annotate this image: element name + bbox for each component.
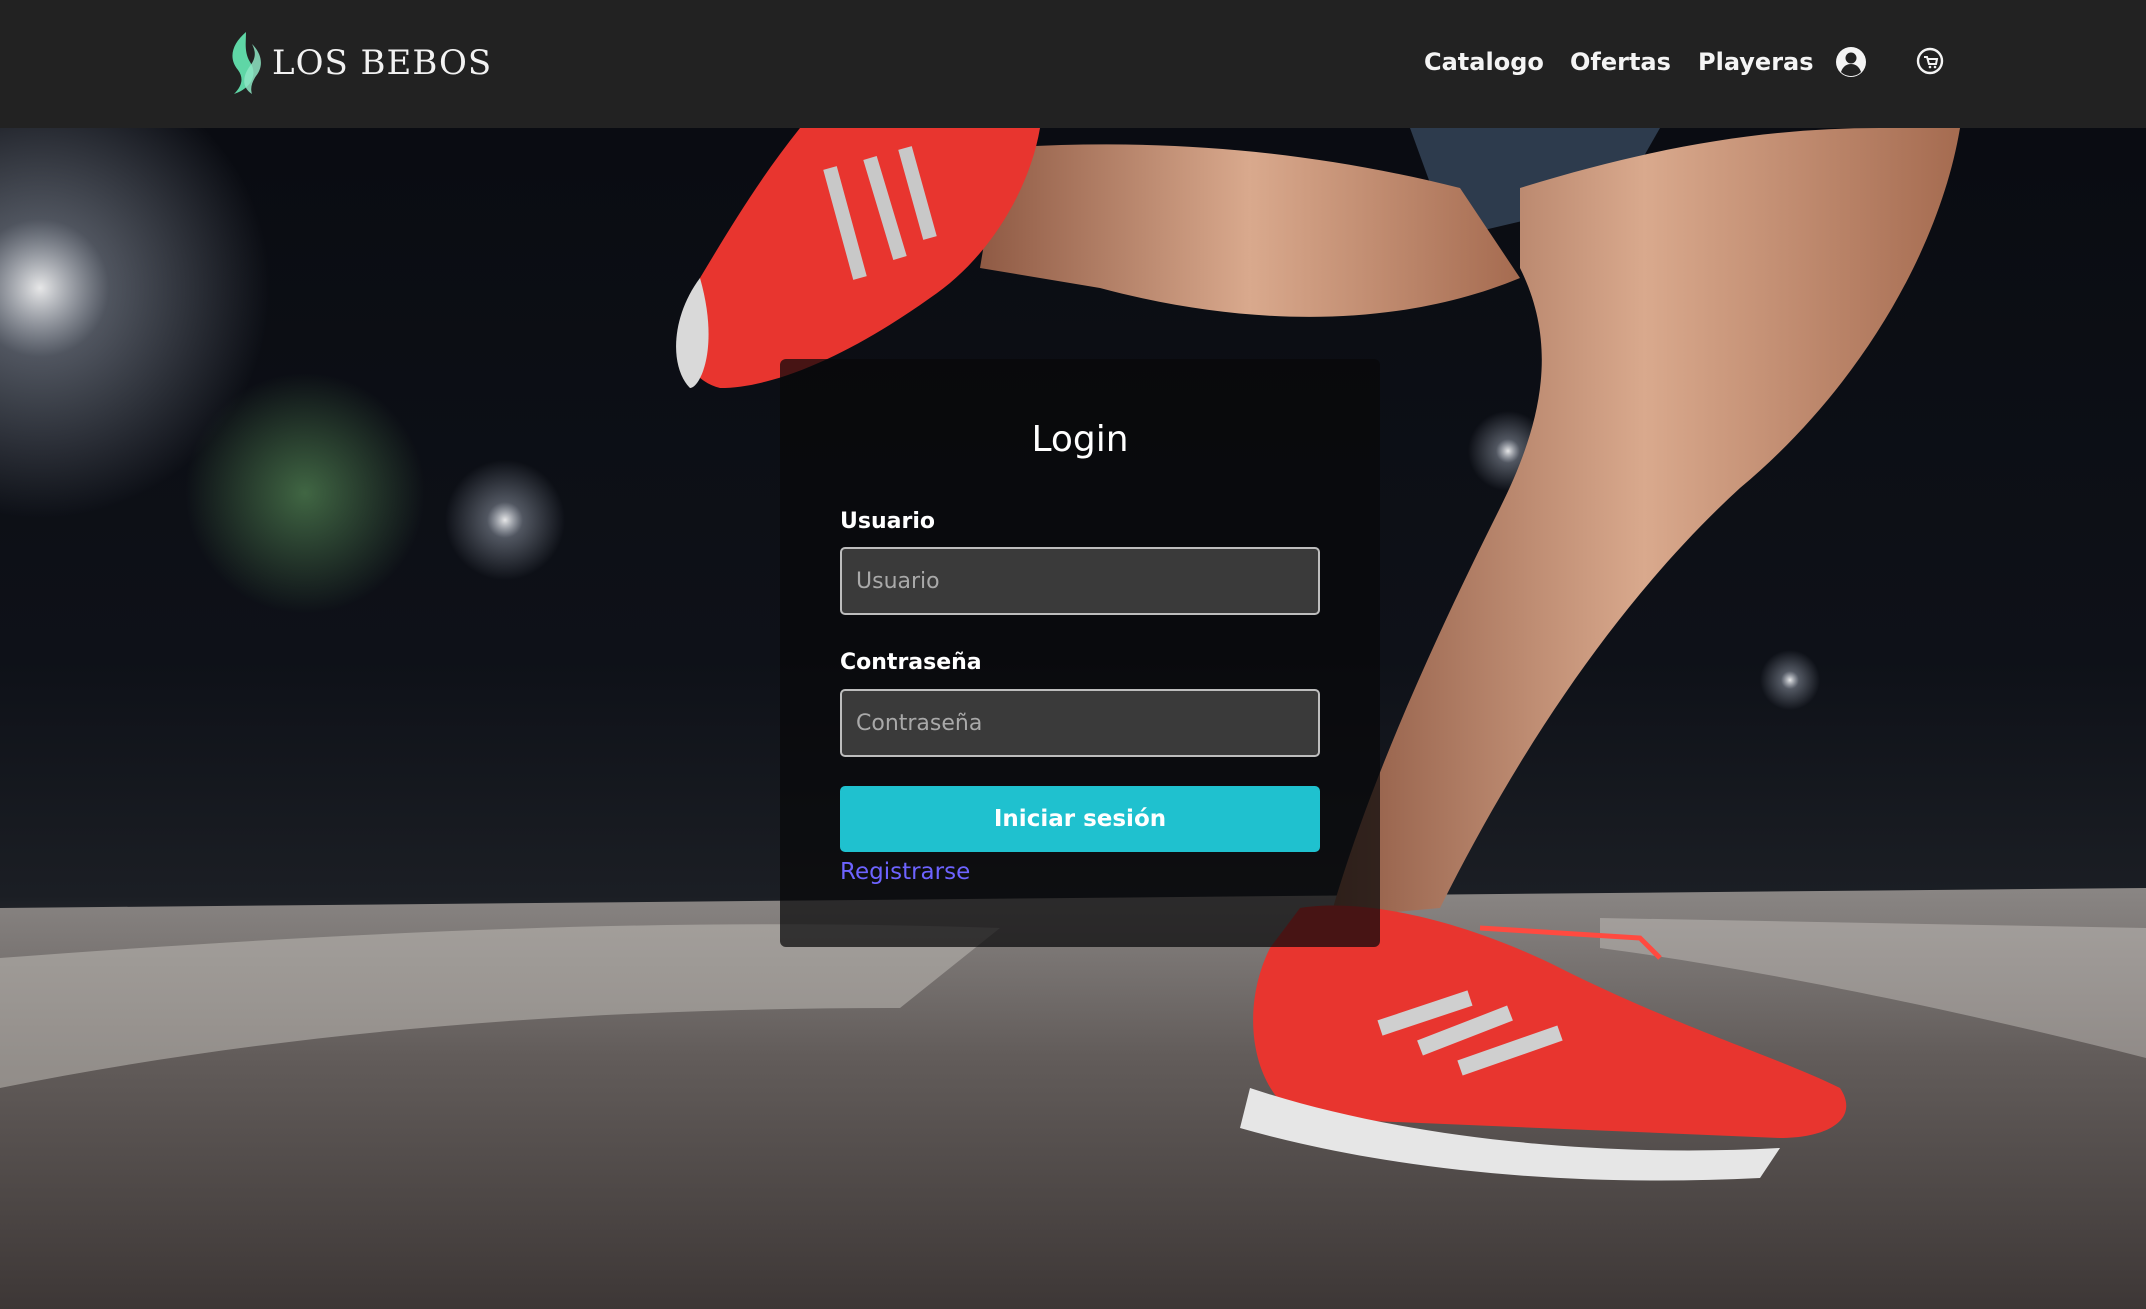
login-card: Login Usuario Contraseña Iniciar sesión … xyxy=(780,359,1380,947)
username-label: Usuario xyxy=(840,509,935,534)
password-input[interactable] xyxy=(840,689,1320,757)
cart-icon[interactable] xyxy=(1914,45,1946,77)
login-title: Login xyxy=(1031,419,1129,460)
flame-leaf-logo xyxy=(232,32,261,94)
brand-name: LOS BEBOS xyxy=(272,43,493,83)
navbar: LOS BEBOS Catalogo Ofertas Playeras xyxy=(0,0,2146,128)
brand[interactable]: LOS BEBOS xyxy=(222,28,492,98)
register-link[interactable]: Registrarse xyxy=(840,859,970,885)
nav-link-ofertas[interactable]: Ofertas xyxy=(1570,48,1671,76)
user-circle-icon[interactable] xyxy=(1834,45,1868,79)
nav-link-playeras[interactable]: Playeras xyxy=(1698,48,1814,76)
login-button[interactable]: Iniciar sesión xyxy=(840,786,1320,852)
password-label: Contraseña xyxy=(840,650,982,675)
username-input[interactable] xyxy=(840,547,1320,615)
nav-link-catalogo[interactable]: Catalogo xyxy=(1424,48,1544,76)
